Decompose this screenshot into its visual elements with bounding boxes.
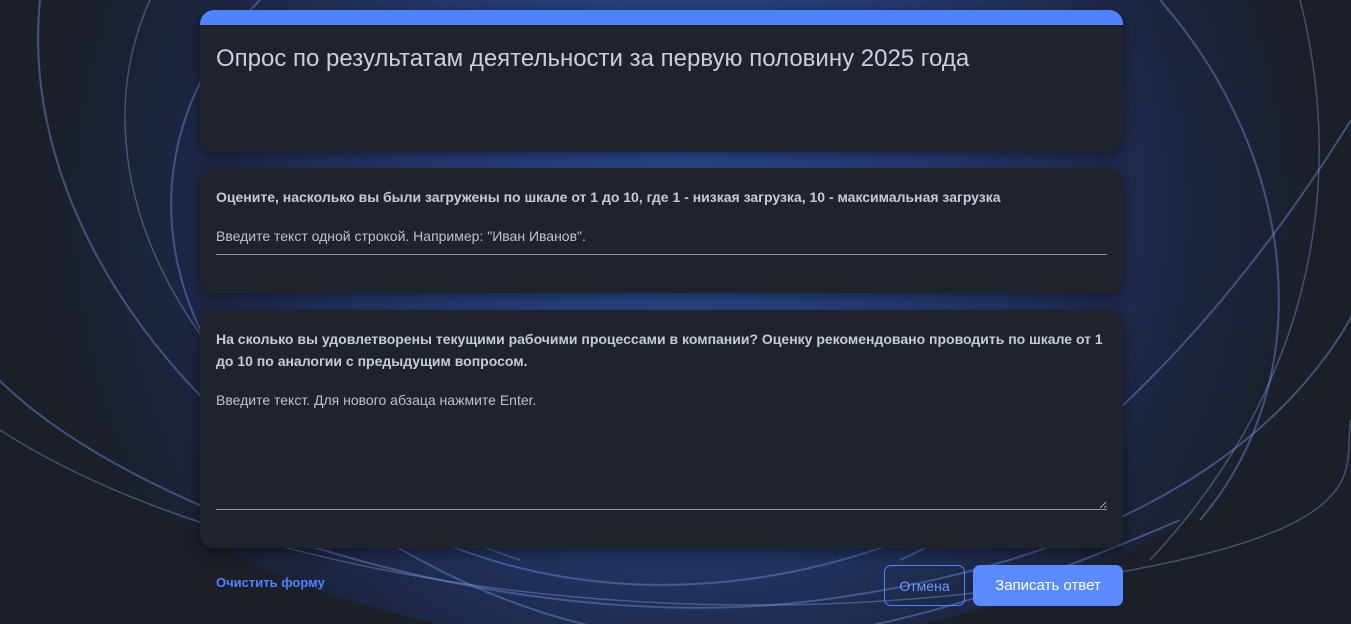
workload-answer-input[interactable]: [216, 226, 1107, 255]
survey-form: Опрос по результатам деятельности за пер…: [200, 10, 1123, 548]
question-card-satisfaction: На сколько вы удовлетворены текущими раб…: [200, 310, 1123, 548]
question-card-workload: Оцените, насколько вы были загружены по …: [200, 168, 1123, 293]
submit-button[interactable]: Записать ответ: [973, 565, 1123, 606]
form-actions: Очистить форму Отмена Записать ответ: [200, 565, 1123, 607]
form-title: Опрос по результатам деятельности за пер…: [216, 45, 970, 72]
satisfaction-answer-textarea[interactable]: [216, 390, 1107, 510]
clear-form-link[interactable]: Очистить форму: [216, 575, 325, 590]
cancel-button[interactable]: Отмена: [884, 565, 965, 606]
form-header-card: Опрос по результатам деятельности за пер…: [200, 10, 1123, 152]
question-label: Оцените, насколько вы были загружены по …: [216, 189, 1001, 205]
header-accent-bar: [200, 10, 1123, 25]
question-label: На сколько вы удовлетворены текущими раб…: [216, 331, 1103, 369]
